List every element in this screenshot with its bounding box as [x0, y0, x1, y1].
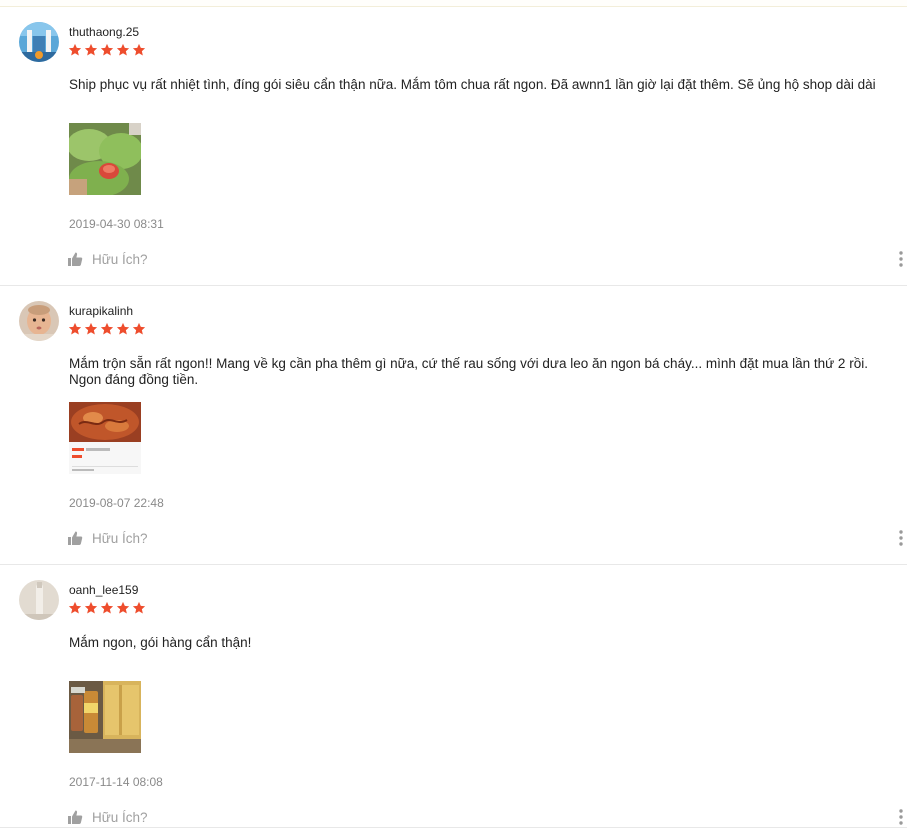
review-item: kurapikalinh Mắm trộn sẵn rất ngon!! Man… — [0, 286, 907, 565]
review-comment: Ship phục vụ rất nhiệt tình, đíng gói si… — [69, 77, 876, 92]
user-avatar[interactable] — [19, 580, 59, 620]
reviews-page: thuthaong.25 Ship phục vụ rất nhiệt tình… — [0, 0, 907, 832]
star-icon — [84, 601, 98, 614]
helpful-label: Hữu Ích? — [92, 251, 148, 267]
user-avatar[interactable] — [19, 301, 59, 341]
more-options-button[interactable] — [896, 250, 906, 268]
star-rating — [68, 43, 146, 59]
star-icon — [84, 43, 98, 56]
helpful-button[interactable]: Hữu Ích? — [67, 808, 148, 826]
star-icon — [100, 322, 114, 335]
star-icon — [100, 43, 114, 56]
star-icon — [100, 601, 114, 614]
helpful-button[interactable]: Hữu Ích? — [67, 529, 148, 547]
star-icon — [132, 601, 146, 614]
top-divider — [0, 0, 907, 7]
user-avatar[interactable] — [19, 22, 59, 62]
review-timestamp: 2017-11-14 08:08 — [69, 775, 163, 789]
star-icon — [84, 322, 98, 335]
helpful-label: Hữu Ích? — [92, 530, 148, 546]
vertical-dots-icon — [899, 251, 903, 267]
thumbs-up-icon — [68, 531, 83, 545]
star-rating — [68, 322, 146, 338]
review-timestamp: 2019-04-30 08:31 — [69, 217, 164, 231]
review-username[interactable]: kurapikalinh — [69, 304, 133, 318]
star-icon — [132, 43, 146, 56]
review-username[interactable]: oanh_lee159 — [69, 583, 138, 597]
star-icon — [68, 601, 82, 614]
star-rating — [68, 601, 146, 617]
star-icon — [68, 43, 82, 56]
review-list: thuthaong.25 Ship phục vụ rất nhiệt tình… — [0, 7, 907, 828]
helpful-button[interactable]: Hữu Ích? — [67, 250, 148, 268]
review-timestamp: 2019-08-07 22:48 — [69, 496, 164, 510]
review-photo[interactable] — [69, 681, 141, 753]
helpful-label: Hữu Ích? — [92, 809, 148, 825]
review-photo[interactable] — [69, 123, 141, 195]
review-comment: Mắm trộn sẵn rất ngon!! Mang về kg cần p… — [69, 356, 868, 387]
thumbs-up-icon — [68, 252, 83, 266]
star-icon — [116, 322, 130, 335]
thumbs-up-icon — [68, 810, 83, 824]
star-icon — [116, 43, 130, 56]
star-icon — [68, 322, 82, 335]
more-options-button[interactable] — [896, 808, 906, 826]
more-options-button[interactable] — [896, 529, 906, 547]
review-username[interactable]: thuthaong.25 — [69, 25, 139, 39]
star-icon — [116, 601, 130, 614]
vertical-dots-icon — [899, 809, 903, 825]
review-item: oanh_lee159 Mắm ngon, gói hàng cẩn thận! — [0, 565, 907, 828]
review-item: thuthaong.25 Ship phục vụ rất nhiệt tình… — [0, 7, 907, 286]
review-photo[interactable] — [69, 402, 141, 474]
vertical-dots-icon — [899, 530, 903, 546]
star-icon — [132, 322, 146, 335]
review-comment: Mắm ngon, gói hàng cẩn thận! — [69, 635, 252, 650]
